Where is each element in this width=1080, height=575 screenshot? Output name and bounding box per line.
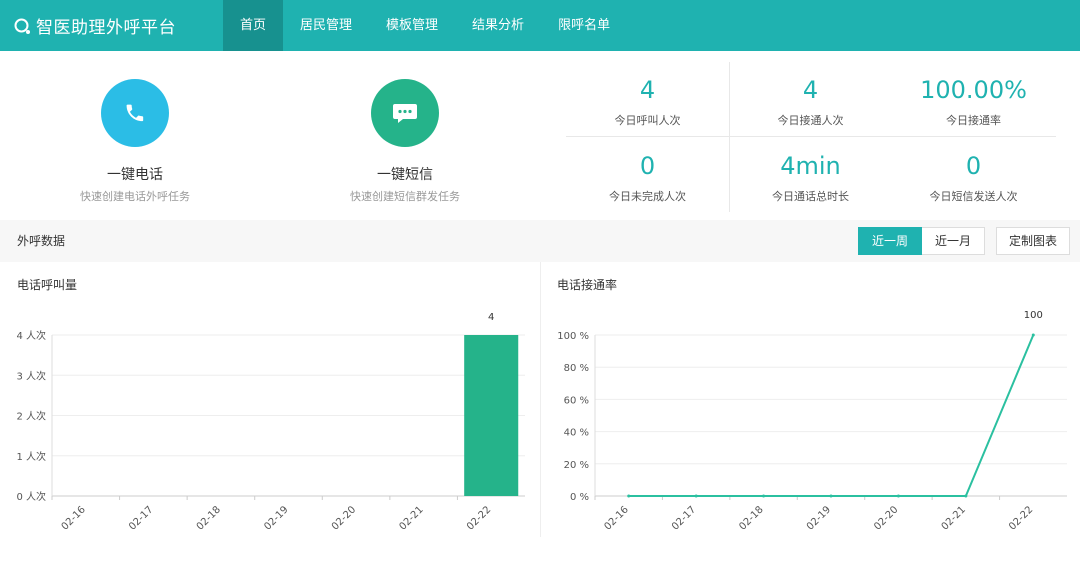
quick-call-subtitle: 快速创建电话外呼任务 bbox=[80, 190, 190, 203]
stats-divider-horizontal bbox=[566, 136, 1056, 137]
y-tick-label: 0 % bbox=[570, 492, 589, 503]
message-icon bbox=[393, 104, 417, 123]
x-tick-label: 02-20 bbox=[330, 504, 358, 532]
stat-unfinished: 0 今日未完成人次 bbox=[566, 150, 729, 204]
x-tick-label: 02-16 bbox=[60, 504, 88, 532]
quick-sms-button[interactable] bbox=[371, 79, 439, 147]
stat-label: 今日接通率 bbox=[946, 114, 1001, 127]
y-tick-label: 1 人次 bbox=[16, 450, 46, 463]
section-title: 外呼数据 bbox=[17, 234, 66, 248]
stat-label: 今日短信发送人次 bbox=[929, 190, 1018, 203]
data-label: 4 bbox=[488, 312, 494, 323]
stat-value: 100.00% bbox=[920, 76, 1027, 104]
app-title: 智医助理外呼平台 bbox=[36, 18, 176, 38]
x-tick-label: 02-18 bbox=[737, 504, 765, 532]
quick-call-button[interactable] bbox=[101, 79, 169, 147]
y-tick-label: 4 人次 bbox=[16, 329, 46, 342]
x-tick-label: 02-19 bbox=[262, 504, 290, 532]
stat-label: 今日接通人次 bbox=[777, 114, 844, 127]
data-point bbox=[762, 494, 766, 498]
nav-item-results[interactable]: 结果分析 bbox=[455, 0, 541, 51]
data-label: 100 bbox=[1024, 310, 1043, 321]
stat-value: 0 bbox=[639, 152, 656, 180]
call-volume-chart-title: 电话呼叫量 bbox=[17, 278, 78, 292]
data-point bbox=[964, 494, 968, 498]
stat-connect-rate: 100.00% 今日接通率 bbox=[892, 74, 1055, 128]
data-point bbox=[694, 494, 698, 498]
quick-sms-action[interactable]: 一键短信 快速创建短信群发任务 bbox=[305, 79, 505, 204]
nav-item-templates[interactable]: 模板管理 bbox=[369, 0, 455, 51]
range-month-button[interactable]: 近一月 bbox=[922, 227, 986, 255]
connect-rate-chart: 0 % 20 % 40 % 60 % 80 % 100 % 02-16 02-17 02-18 0… bbox=[557, 310, 1067, 533]
stat-label: 今日呼叫人次 bbox=[614, 114, 681, 127]
y-tick-label: 40 % bbox=[564, 428, 589, 439]
stat-value: 4min bbox=[780, 152, 841, 180]
stat-value: 4 bbox=[802, 76, 819, 104]
x-tick-label: 02-17 bbox=[670, 504, 698, 532]
y-tick-label: 2 人次 bbox=[16, 410, 46, 423]
y-tick-label: 60 % bbox=[564, 395, 589, 406]
x-tick-label: 02-19 bbox=[805, 504, 833, 532]
phone-icon bbox=[126, 104, 144, 122]
stat-sms-sent: 0 今日短信发送人次 bbox=[892, 150, 1055, 204]
series-line bbox=[628, 334, 1035, 497]
x-tick-label: 02-21 bbox=[940, 504, 968, 532]
y-tick-label: 20 % bbox=[564, 460, 589, 471]
x-tick-label: 02-18 bbox=[195, 504, 223, 532]
y-tick-label: 0 人次 bbox=[16, 490, 46, 503]
call-volume-chart: 0 人次 1 人次 2 人次 3 人次 4 人次 02-16 02-17 02-18 02-19… bbox=[16, 312, 525, 533]
data-point bbox=[896, 494, 900, 498]
x-tick-label: 02-21 bbox=[397, 504, 425, 532]
x-tick-label: 02-22 bbox=[465, 504, 493, 532]
y-tick-label: 3 人次 bbox=[16, 369, 46, 382]
stat-label: 今日通话总时长 bbox=[772, 190, 849, 203]
stat-label: 今日未完成人次 bbox=[609, 190, 686, 203]
y-tick-label: 80 % bbox=[564, 363, 589, 374]
data-point bbox=[829, 494, 833, 498]
connect-rate-chart-title: 电话接通率 bbox=[557, 278, 618, 292]
range-toggle: 近一周 近一月 bbox=[858, 227, 986, 255]
stat-calls: 4 今日呼叫人次 bbox=[566, 74, 729, 128]
x-tick-label: 02-16 bbox=[603, 504, 631, 532]
nav-item-blocklist[interactable]: 限呼名单 bbox=[541, 0, 627, 51]
custom-chart-button[interactable]: 定制图表 bbox=[996, 227, 1071, 255]
quick-call-title: 一键电话 bbox=[107, 167, 163, 183]
x-tick-label: 02-22 bbox=[1007, 504, 1035, 532]
data-point bbox=[627, 494, 631, 498]
x-tick-label: 02-20 bbox=[872, 504, 900, 532]
stat-connected: 4 今日接通人次 bbox=[729, 74, 892, 128]
app-logo[interactable]: 智医助理外呼平台 bbox=[12, 0, 176, 51]
y-tick-label: 100 % bbox=[557, 331, 589, 342]
quick-sms-subtitle: 快速创建短信群发任务 bbox=[350, 190, 460, 203]
bar bbox=[464, 335, 519, 496]
top-navigation-bar: 智医助理外呼平台 首页 居民管理 模板管理 结果分析 限呼名单 bbox=[0, 0, 1080, 51]
logo-icon bbox=[14, 18, 30, 34]
nav-item-residents[interactable]: 居民管理 bbox=[283, 0, 369, 51]
range-week-button[interactable]: 近一周 bbox=[858, 227, 923, 255]
quick-call-action[interactable]: 一键电话 快速创建电话外呼任务 bbox=[35, 79, 235, 204]
stat-value: 0 bbox=[965, 152, 982, 180]
quick-sms-title: 一键短信 bbox=[377, 167, 433, 183]
stat-value: 4 bbox=[639, 76, 656, 104]
data-point bbox=[1031, 333, 1035, 337]
main-nav: 首页 居民管理 模板管理 结果分析 限呼名单 bbox=[223, 0, 627, 51]
x-tick-label: 02-17 bbox=[127, 504, 155, 532]
nav-item-home[interactable]: 首页 bbox=[223, 0, 284, 51]
stat-talk-duration: 4min 今日通话总时长 bbox=[729, 150, 892, 204]
today-stats-panel: 4 今日呼叫人次 4 今日接通人次 100.00% 今日接通率 0 今日未完成人… bbox=[566, 62, 1056, 212]
